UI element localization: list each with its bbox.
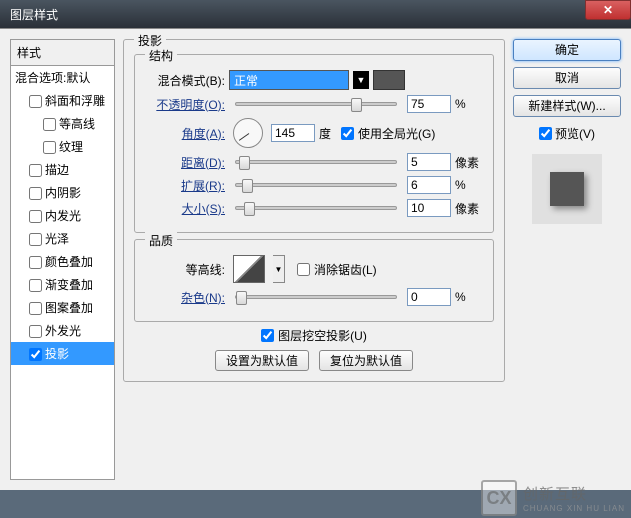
style-bevel-check[interactable] bbox=[29, 95, 42, 108]
spread-slider[interactable] bbox=[235, 183, 397, 187]
style-inner-glow[interactable]: 内发光 bbox=[11, 204, 114, 227]
opacity-unit: % bbox=[455, 97, 483, 111]
preview-box bbox=[532, 154, 602, 224]
spread-input[interactable] bbox=[407, 176, 451, 194]
blend-mode-dropdown-icon[interactable]: ▼ bbox=[353, 71, 369, 89]
antialias-label: 消除锯齿(L) bbox=[314, 261, 377, 278]
angle-unit: 度 bbox=[319, 125, 331, 142]
style-gradient-overlay-check[interactable] bbox=[29, 279, 42, 292]
distance-unit: 像素 bbox=[455, 154, 483, 171]
reset-default-button[interactable]: 复位为默认值 bbox=[319, 350, 413, 371]
structure-title: 结构 bbox=[145, 47, 177, 64]
opacity-slider[interactable] bbox=[235, 102, 397, 106]
noise-input[interactable] bbox=[407, 288, 451, 306]
distance-input[interactable] bbox=[407, 153, 451, 171]
angle-input[interactable] bbox=[271, 124, 315, 142]
style-drop-shadow[interactable]: 投影 bbox=[11, 342, 114, 365]
watermark-text: 创新互联 bbox=[523, 483, 625, 504]
opacity-label[interactable]: 不透明度(O): bbox=[145, 96, 225, 113]
style-inner-shadow-check[interactable] bbox=[29, 187, 42, 200]
style-inner-shadow[interactable]: 内阴影 bbox=[11, 181, 114, 204]
shadow-color-swatch[interactable] bbox=[373, 70, 405, 90]
style-outer-glow-check[interactable] bbox=[29, 325, 42, 338]
style-color-overlay[interactable]: 颜色叠加 bbox=[11, 250, 114, 273]
ok-button[interactable]: 确定 bbox=[513, 39, 621, 61]
opacity-input[interactable] bbox=[407, 95, 451, 113]
new-style-button[interactable]: 新建样式(W)... bbox=[513, 95, 621, 117]
style-texture[interactable]: 纹理 bbox=[11, 135, 114, 158]
window-close-button[interactable]: ✕ bbox=[585, 0, 631, 20]
global-light-label: 使用全局光(G) bbox=[358, 125, 435, 142]
style-texture-check[interactable] bbox=[43, 141, 56, 154]
size-input[interactable] bbox=[407, 199, 451, 217]
quality-title: 品质 bbox=[145, 232, 177, 249]
cancel-button[interactable]: 取消 bbox=[513, 67, 621, 89]
size-unit: 像素 bbox=[455, 200, 483, 217]
style-satin-check[interactable] bbox=[29, 233, 42, 246]
noise-slider[interactable] bbox=[235, 295, 397, 299]
styles-list: 样式 混合选项:默认 斜面和浮雕 等高线 纹理 描边 内阴影 内发光 光泽 颜色… bbox=[10, 39, 115, 480]
blend-mode-label: 混合模式(B): bbox=[145, 72, 225, 89]
style-contour[interactable]: 等高线 bbox=[11, 112, 114, 135]
style-contour-check[interactable] bbox=[43, 118, 56, 131]
contour-label: 等高线: bbox=[145, 261, 225, 278]
size-slider[interactable] bbox=[235, 206, 397, 210]
noise-label[interactable]: 杂色(N): bbox=[145, 289, 225, 306]
styles-header: 样式 bbox=[11, 40, 114, 66]
style-outer-glow[interactable]: 外发光 bbox=[11, 319, 114, 342]
spread-unit: % bbox=[455, 178, 483, 192]
set-default-button[interactable]: 设置为默认值 bbox=[215, 350, 309, 371]
watermark: CX 创新互联 CHUANG XIN HU LIAN bbox=[481, 480, 625, 516]
style-bevel[interactable]: 斜面和浮雕 bbox=[11, 89, 114, 112]
preview-swatch bbox=[550, 172, 584, 206]
close-icon: ✕ bbox=[603, 3, 613, 17]
window-title: 图层样式 bbox=[10, 6, 585, 23]
watermark-sub: CHUANG XIN HU LIAN bbox=[523, 504, 625, 513]
contour-dropdown-icon[interactable]: ▼ bbox=[273, 255, 285, 283]
blend-mode-select[interactable]: 正常 bbox=[229, 70, 349, 90]
antialias-check[interactable] bbox=[297, 263, 310, 276]
blend-options-default[interactable]: 混合选项:默认 bbox=[11, 66, 114, 89]
style-color-overlay-check[interactable] bbox=[29, 256, 42, 269]
style-pattern-overlay-check[interactable] bbox=[29, 302, 42, 315]
preview-label: 预览(V) bbox=[555, 125, 595, 142]
distance-slider[interactable] bbox=[235, 160, 397, 164]
spread-label[interactable]: 扩展(R): bbox=[145, 177, 225, 194]
noise-unit: % bbox=[455, 290, 483, 304]
knockout-check[interactable] bbox=[261, 329, 274, 342]
style-pattern-overlay[interactable]: 图案叠加 bbox=[11, 296, 114, 319]
preview-check[interactable] bbox=[539, 127, 552, 140]
style-drop-shadow-check[interactable] bbox=[29, 348, 42, 361]
style-gradient-overlay[interactable]: 渐变叠加 bbox=[11, 273, 114, 296]
watermark-logo: CX bbox=[481, 480, 517, 516]
style-satin[interactable]: 光泽 bbox=[11, 227, 114, 250]
distance-label[interactable]: 距离(D): bbox=[145, 154, 225, 171]
global-light-check[interactable] bbox=[341, 127, 354, 140]
contour-picker[interactable] bbox=[233, 255, 265, 283]
style-stroke[interactable]: 描边 bbox=[11, 158, 114, 181]
style-stroke-check[interactable] bbox=[29, 164, 42, 177]
angle-label[interactable]: 角度(A): bbox=[145, 125, 225, 142]
size-label[interactable]: 大小(S): bbox=[145, 200, 225, 217]
knockout-label: 图层挖空投影(U) bbox=[278, 327, 367, 344]
angle-dial[interactable] bbox=[233, 118, 263, 148]
style-inner-glow-check[interactable] bbox=[29, 210, 42, 223]
